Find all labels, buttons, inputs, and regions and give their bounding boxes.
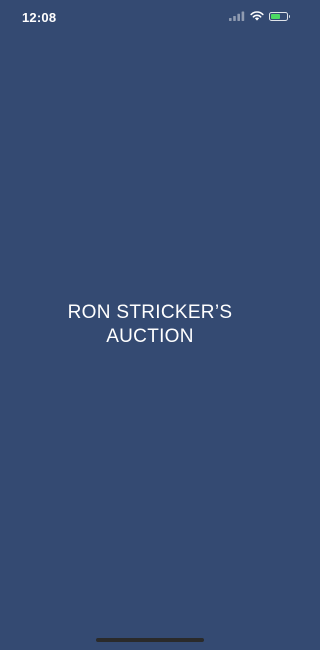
status-icons — [229, 11, 290, 21]
status-time: 12:08 — [22, 10, 57, 25]
splash-title: RON STRICKER’S AUCTION — [0, 301, 300, 349]
cellular-signal-icon — [229, 11, 245, 21]
status-bar: 12:08 — [0, 0, 300, 36]
battery-level-fill — [271, 13, 280, 19]
battery-charging-icon — [269, 11, 290, 21]
splash-title-line-2: AUCTION — [106, 326, 194, 347]
home-indicator[interactable] — [96, 638, 204, 642]
wifi-icon — [250, 11, 264, 21]
splash-title-line-1: RON STRICKER’S — [67, 302, 233, 323]
